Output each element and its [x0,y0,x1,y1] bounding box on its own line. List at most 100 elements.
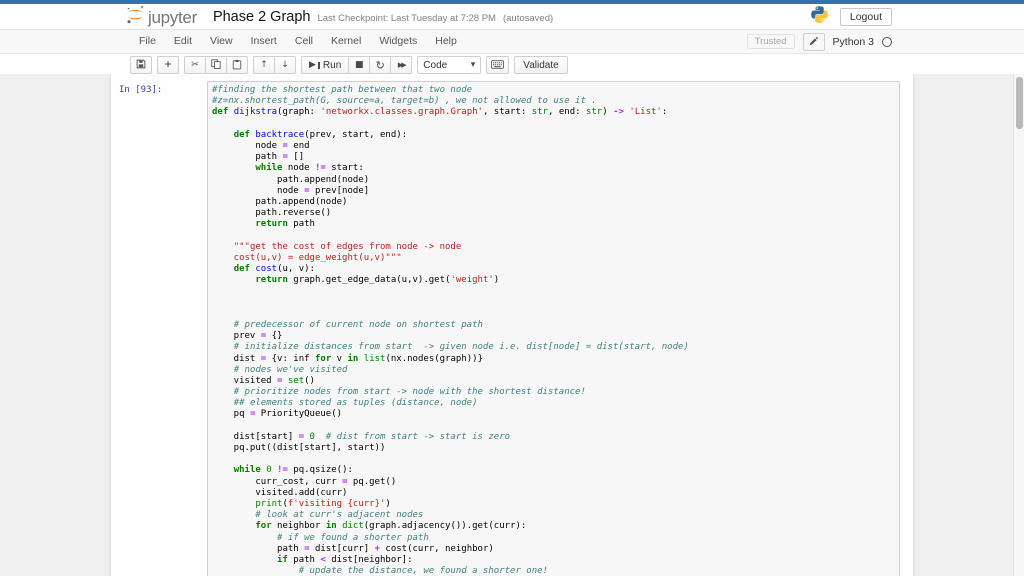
code-line: dist = {v: inf for v in list(nx.nodes(gr… [212,353,484,364]
menu-item-edit[interactable]: Edit [165,31,201,52]
code-line: visited.add(curr) [212,487,348,498]
code-line: """get the cost of edges from node -> no… [233,241,462,252]
move-cell-down-button[interactable]: ↓ [274,56,296,74]
vertical-scrollbar[interactable] [1013,74,1024,576]
code-line: #z=nx.shortest_path(G, source=a, target=… [212,96,597,107]
add-cell-button[interactable]: + [157,56,179,74]
code-line: path.append(node) [212,196,348,207]
code-line: if path < dist[neighbor]: [277,554,413,565]
cell-type-value: Code [423,59,448,71]
trusted-badge: Trusted [746,34,795,49]
paste-icon [232,59,242,72]
run-step-forward-icon: ▶ [309,59,316,70]
restart-run-all-button[interactable]: ▶▶ [390,56,413,74]
menu-item-help[interactable]: Help [426,31,466,52]
copy-button[interactable] [205,56,227,74]
jupyter-logo-text: jupyter [148,8,197,27]
code-line: while node != start: [255,163,364,174]
pencil-icon [809,33,818,51]
menubar-items: File Edit View Insert Cell Kernel Widgets Help [130,31,466,52]
code-line: def dijkstra(graph: 'networkx.classes.gr… [212,107,668,118]
menu-item-kernel[interactable]: Kernel [322,31,370,52]
cell-type-select[interactable]: Code ▾ [417,56,482,74]
floppy-icon [136,59,146,71]
autosave-status: (autosaved) [502,12,554,24]
code-line: pq = PriorityQueue() [212,409,343,420]
validate-button[interactable]: Validate [514,56,568,74]
chevron-down-icon: ▾ [470,59,476,70]
run-button-label: Run [322,59,342,71]
code-line: curr_cost, curr = pq.get() [212,476,397,487]
code-line: node = prev[node] [212,185,370,196]
paste-button[interactable] [226,56,248,74]
code-line: prev = {} [212,331,283,342]
cut-button[interactable]: ✂ [184,56,206,74]
arrow-down-icon: ↓ [281,59,289,70]
notebook-title[interactable]: Phase 2 Graph [213,9,311,25]
plus-icon: + [164,59,172,70]
code-cell[interactable]: In [93]: #finding the shortest path betw… [111,81,913,576]
stop-icon: ■ [355,59,364,70]
restart-kernel-button[interactable]: ↻ [369,56,392,74]
edit-mode-indicator [802,32,825,51]
run-step-bar [317,61,320,69]
python-logo-icon [810,5,829,29]
menu-item-view[interactable]: View [201,31,242,52]
code-line: # look at curr's adjacent nodes [255,510,424,521]
code-line: print(f'visiting {curr}') [255,498,391,509]
kernel-name: Python 3 [832,35,874,48]
code-line: pq.put((dist[start], start)) [212,443,386,453]
code-line: # prioritize nodes from start -> node wi… [233,387,586,398]
code-lines: #finding the shortest path between that … [212,85,897,576]
move-cell-up-button[interactable]: ↑ [253,56,275,74]
fast-forward-icon: ▶▶ [397,60,407,69]
save-button[interactable] [130,56,152,74]
validate-button-label: Validate [523,59,559,71]
code-line: # nodes we've visited [233,364,348,375]
run-button[interactable]: ▶ Run [301,56,350,74]
code-line: cost(u,v) = edge_weight(u,v)""" [212,252,402,263]
menu-item-insert[interactable]: Insert [242,31,286,52]
restart-icon: ↻ [375,58,385,72]
notebook-header: jupyter Phase 2 Graph Last Checkpoint: L… [0,4,1024,29]
notebook-container: In [93]: #finding the shortest path betw… [110,74,914,576]
jupyter-logo-icon [126,4,145,30]
title-group: Phase 2 Graph Last Checkpoint: Last Tues… [213,9,553,25]
jupyter-logo[interactable]: jupyter [126,4,197,30]
keyboard-shortcuts-button[interactable] [486,56,510,74]
jupyter-notebook-app: jupyter Phase 2 Graph Last Checkpoint: L… [0,0,1024,576]
menu-item-file[interactable]: File [130,31,165,52]
code-line: path = dist[curr] + cost(curr, neighbor) [212,543,494,554]
header-right: Logout [810,5,892,29]
code-line: return path [255,219,315,230]
code-line: # initialize distances from start -> giv… [233,342,689,353]
code-line: while 0 != pq.qsize(): [233,465,353,476]
code-line: # if we found a shorter path [277,532,429,543]
menu-item-cell[interactable]: Cell [286,31,322,52]
code-line: # predecessor of current node on shortes… [233,319,483,330]
cell-input-area[interactable]: #finding the shortest path between that … [207,81,900,576]
cell-prompt: In [93]: [119,85,163,95]
scrollbar-thumb[interactable] [1015,77,1023,129]
scissors-icon: ✂ [191,59,199,70]
arrow-up-icon: ↑ [260,59,268,70]
code-line: path.append(node) [212,174,370,185]
code-line: ## elements stored as tuples (distance, … [233,398,478,409]
code-line: # update the distance, we found a shorte… [298,566,548,576]
notebook-area: In [93]: #finding the shortest path betw… [0,74,1024,576]
code-line: path.reverse() [212,208,332,219]
code-line: visited = set() [212,375,315,386]
menu-item-widgets[interactable]: Widgets [370,31,426,52]
menubar: File Edit View Insert Cell Kernel Widgets Help … [0,29,1024,54]
keyboard-icon [491,59,505,71]
menubar-right: Trusted Python 3 [746,32,892,51]
kernel-idle-icon [882,36,892,47]
logout-button[interactable]: Logout [839,7,892,26]
interrupt-kernel-button[interactable]: ■ [348,56,371,74]
